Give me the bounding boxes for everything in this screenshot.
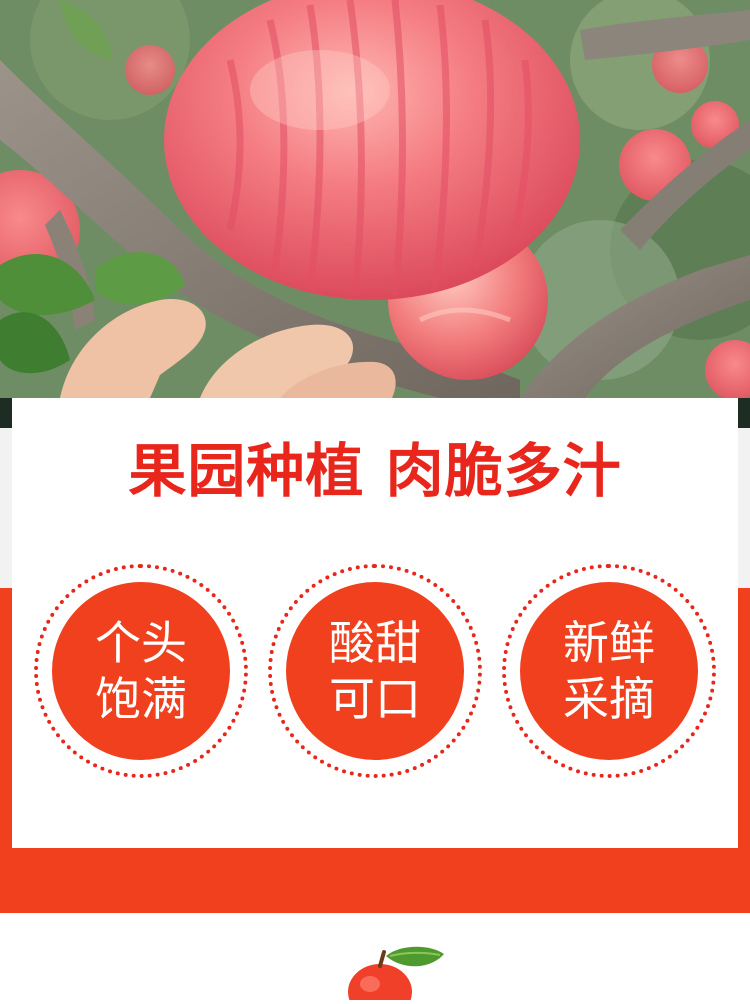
apple-icon — [340, 944, 450, 1004]
photo-illustration — [0, 0, 750, 398]
feature-card: 果园种植 肉脆多汁 个头饱满 酸甜可口 新鲜采摘 — [12, 398, 738, 848]
feature-circle-fill: 个头饱满 — [52, 582, 230, 760]
feature-circle-fill: 新鲜采摘 — [520, 582, 698, 760]
feature-circle-taste: 酸甜可口 — [268, 564, 482, 778]
feature-label: 酸甜可口 — [329, 616, 421, 726]
feature-circle-fresh: 新鲜采摘 — [502, 564, 716, 778]
orchard-apple-photo — [0, 0, 750, 398]
feature-circle-fill: 酸甜可口 — [286, 582, 464, 760]
feature-circle-size: 个头饱满 — [34, 564, 248, 778]
headline: 果园种植 肉脆多汁 — [128, 437, 622, 505]
background-apple — [125, 45, 175, 95]
feature-label: 新鲜采摘 — [563, 616, 655, 726]
feature-label: 个头饱满 — [95, 616, 187, 726]
